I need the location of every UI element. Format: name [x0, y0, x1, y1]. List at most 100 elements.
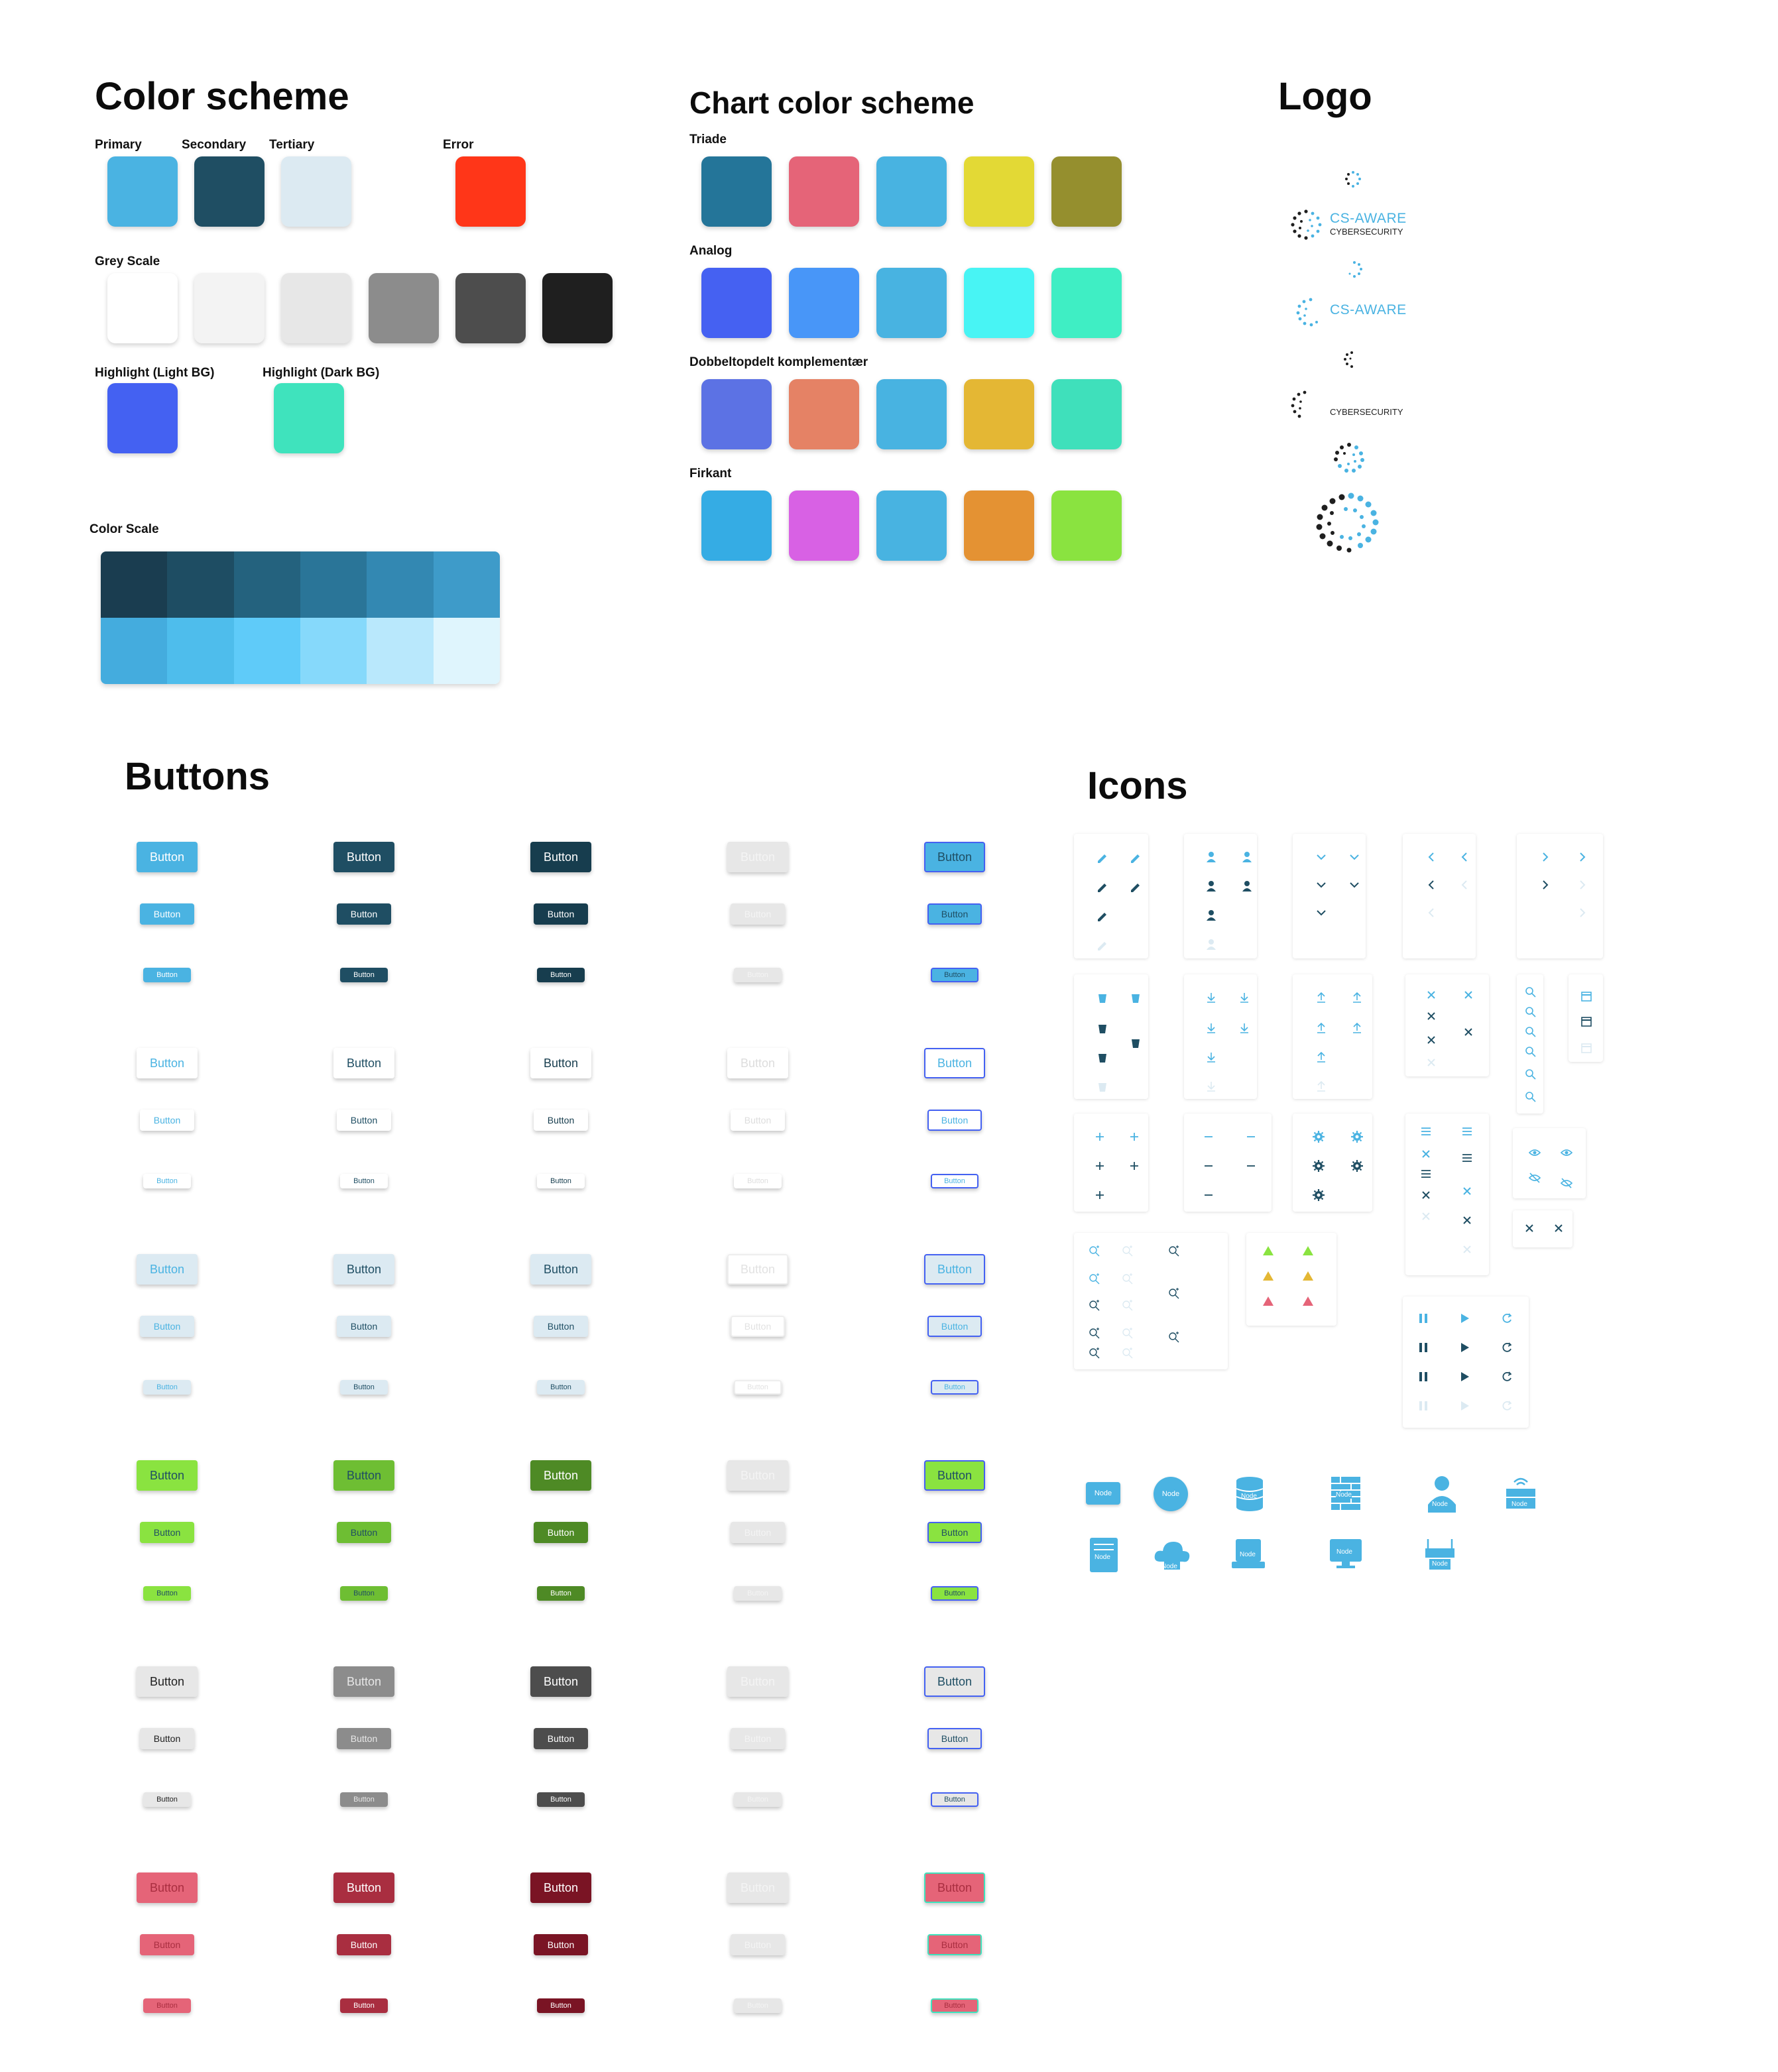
sample-button[interactable]: Button	[924, 1666, 985, 1697]
sample-button[interactable]: Button	[140, 903, 194, 925]
sample-button[interactable]: Button	[143, 1586, 191, 1601]
settings-icon	[1311, 1129, 1326, 1144]
chevron-down-icon	[1314, 850, 1329, 864]
sample-button[interactable]: Button	[534, 1934, 588, 1955]
sample-button[interactable]: Button	[537, 1998, 585, 2013]
sample-button[interactable]: Button	[731, 1316, 785, 1337]
sample-button[interactable]: Button	[731, 1728, 785, 1749]
sample-button[interactable]: Button	[337, 1316, 391, 1337]
sample-button[interactable]: Button	[534, 903, 588, 925]
close-icon	[1460, 1184, 1474, 1198]
sample-button[interactable]: Button	[340, 1380, 388, 1395]
sample-button[interactable]: Button	[734, 1586, 782, 1601]
sample-button[interactable]: Button	[931, 1586, 978, 1601]
sample-button[interactable]: Button	[137, 1666, 198, 1697]
sample-button[interactable]: Button	[143, 1792, 191, 1807]
zoom-icon	[1120, 1243, 1135, 1258]
sample-button[interactable]: Button	[731, 903, 785, 925]
sample-button[interactable]: Button	[734, 1998, 782, 2013]
zoom-icon	[1087, 1326, 1102, 1340]
logo-mark-medium	[1334, 443, 1364, 473]
sample-button[interactable]: Button	[534, 1522, 588, 1543]
sample-button[interactable]: Button	[137, 1048, 198, 1078]
sample-button[interactable]: Button	[734, 1792, 782, 1807]
heading-icons: Icons	[1087, 764, 1188, 807]
sample-button[interactable]: Button	[731, 1110, 785, 1131]
sample-button[interactable]: Button	[137, 842, 198, 872]
sample-button[interactable]: Button	[337, 1934, 391, 1955]
sample-button[interactable]: Button	[333, 1254, 394, 1285]
sample-button[interactable]: Button	[537, 1380, 585, 1395]
download-icon	[1204, 990, 1218, 1005]
sample-button[interactable]: Button	[924, 1048, 985, 1078]
sample-button[interactable]: Button	[337, 1522, 391, 1543]
sample-button[interactable]: Button	[337, 903, 391, 925]
sample-button[interactable]: Button	[143, 1998, 191, 2013]
pause-icon	[1416, 1399, 1431, 1413]
sample-button[interactable]: Button	[924, 1872, 985, 1903]
sample-button[interactable]: Button	[333, 1666, 394, 1697]
sample-button[interactable]: Button	[530, 1048, 591, 1078]
sample-button[interactable]: Button	[731, 1934, 785, 1955]
sample-button[interactable]: Button	[927, 903, 982, 925]
sample-button[interactable]: Button	[143, 1380, 191, 1395]
sample-button[interactable]: Button	[924, 1254, 985, 1285]
sample-button[interactable]: Button	[340, 968, 388, 982]
sample-button[interactable]: Button	[537, 1792, 585, 1807]
sample-button[interactable]: Button	[333, 1048, 394, 1078]
sample-button[interactable]: Button	[530, 1460, 591, 1491]
sample-button[interactable]: Button	[530, 1872, 591, 1903]
sample-button[interactable]: Button	[537, 968, 585, 982]
sample-button[interactable]: Button	[537, 1174, 585, 1188]
sample-button[interactable]: Button	[137, 1460, 198, 1491]
sample-button[interactable]: Button	[140, 1110, 194, 1131]
sample-button[interactable]: Button	[530, 1666, 591, 1697]
sample-button[interactable]: Button	[340, 1998, 388, 2013]
sample-button[interactable]: Button	[927, 1934, 982, 1955]
sample-button[interactable]: Button	[931, 1174, 978, 1188]
sample-button[interactable]: Button	[140, 1934, 194, 1955]
sample-button[interactable]: Button	[143, 1174, 191, 1188]
sample-button[interactable]: Button	[534, 1728, 588, 1749]
sample-button[interactable]: Button	[927, 1728, 982, 1749]
refresh-icon	[1500, 1399, 1514, 1413]
sample-button[interactable]: Button	[931, 968, 978, 982]
sample-button[interactable]: Button	[537, 1586, 585, 1601]
sample-button[interactable]: Button	[734, 1380, 782, 1395]
sample-button[interactable]: Button	[727, 1666, 788, 1697]
sample-button[interactable]: Button	[924, 1460, 985, 1491]
sample-button[interactable]: Button	[140, 1728, 194, 1749]
sample-button[interactable]: Button	[727, 1254, 788, 1285]
sample-button[interactable]: Button	[337, 1728, 391, 1749]
sample-button[interactable]: Button	[727, 1872, 788, 1903]
sample-button[interactable]: Button	[137, 1872, 198, 1903]
sample-button[interactable]: Button	[931, 1792, 978, 1807]
sample-button[interactable]: Button	[731, 1522, 785, 1543]
sample-button[interactable]: Button	[924, 842, 985, 872]
sample-button[interactable]: Button	[333, 1460, 394, 1491]
sample-button[interactable]: Button	[727, 842, 788, 872]
sample-button[interactable]: Button	[727, 1460, 788, 1491]
sample-button[interactable]: Button	[340, 1586, 388, 1601]
sample-button[interactable]: Button	[534, 1110, 588, 1131]
sample-button[interactable]: Button	[140, 1522, 194, 1543]
sample-button[interactable]: Button	[927, 1110, 982, 1131]
sample-button[interactable]: Button	[727, 1048, 788, 1078]
sample-button[interactable]: Button	[143, 968, 191, 982]
sample-button[interactable]: Button	[137, 1254, 198, 1285]
sample-button[interactable]: Button	[337, 1110, 391, 1131]
sample-button[interactable]: Button	[333, 842, 394, 872]
sample-button[interactable]: Button	[340, 1792, 388, 1807]
sample-button[interactable]: Button	[927, 1316, 982, 1337]
sample-button[interactable]: Button	[931, 1998, 978, 2013]
sample-button[interactable]: Button	[734, 1174, 782, 1188]
sample-button[interactable]: Button	[530, 1254, 591, 1285]
sample-button[interactable]: Button	[333, 1872, 394, 1903]
sample-button[interactable]: Button	[927, 1522, 982, 1543]
sample-button[interactable]: Button	[534, 1316, 588, 1337]
sample-button[interactable]: Button	[931, 1380, 978, 1395]
sample-button[interactable]: Button	[734, 968, 782, 982]
sample-button[interactable]: Button	[140, 1316, 194, 1337]
sample-button[interactable]: Button	[340, 1174, 388, 1188]
sample-button[interactable]: Button	[530, 842, 591, 872]
